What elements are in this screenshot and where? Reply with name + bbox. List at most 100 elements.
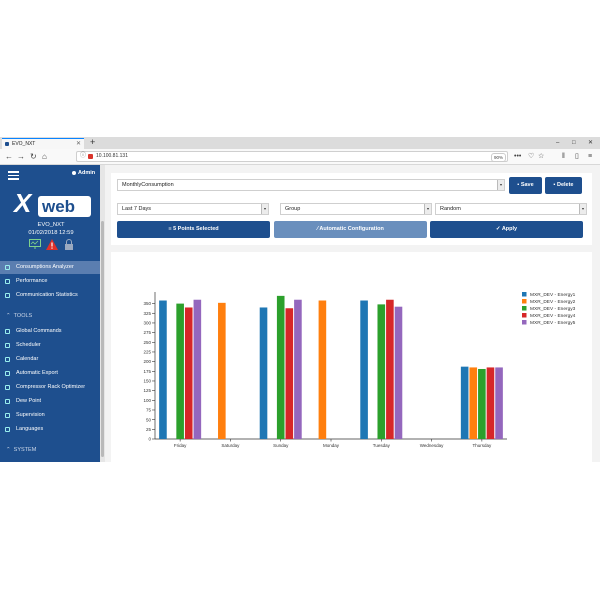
trend-icon — [5, 279, 10, 284]
y-tick-label: 25 — [146, 427, 152, 432]
bar-saturday-series-2 — [218, 302, 226, 439]
section-tools-header[interactable]: ⌃ TOOLS — [6, 313, 32, 319]
export-icon — [5, 371, 10, 376]
library-icon[interactable]: ‖ — [562, 152, 565, 162]
calendar-icon — [5, 357, 10, 362]
minimize-button[interactable]: – — [556, 137, 559, 149]
sidebar-item-supervision[interactable]: Supervision — [0, 409, 100, 422]
legend-label: MXR_DEV - Energy5 — [530, 320, 576, 326]
chevron-down-icon[interactable]: ▾ — [579, 204, 586, 214]
sidebar-item-global-commands[interactable]: Global Commands — [0, 325, 100, 338]
legend-label: MXR_DEV - Energy4 — [530, 313, 576, 319]
insecure-lock-icon[interactable] — [88, 154, 93, 159]
y-tick-label: 200 — [143, 359, 151, 364]
bookmark-star-icon[interactable]: ☆ — [538, 152, 544, 162]
bar-tuesday-series-5 — [394, 306, 403, 439]
x-tick-label: Sunday — [273, 443, 289, 448]
logo-web: web — [42, 197, 76, 216]
home-icon[interactable]: ⌂ — [42, 151, 47, 162]
user-menu[interactable]: Admin — [72, 170, 95, 176]
bar-friday-series-4 — [184, 307, 193, 439]
chevron-down-icon[interactable]: ▾ — [497, 180, 504, 190]
reload-icon[interactable]: ↻ — [30, 151, 37, 162]
url-text: 10.100.81.131 — [96, 153, 128, 159]
legend-swatch — [522, 299, 527, 304]
sidebar-item-communication-statistics[interactable]: Communication Statistics — [0, 289, 100, 302]
maximize-button[interactable]: □ — [572, 137, 576, 149]
url-bar[interactable]: ⓘ 10.100.81.131 90% — [76, 151, 508, 162]
zoom-level[interactable]: 90% — [491, 153, 507, 162]
sidebar-item-label: Global Commands — [16, 328, 62, 334]
bar-tuesday-series-3 — [377, 304, 386, 439]
y-tick-label: 350 — [143, 301, 151, 306]
nav-bar: ← → ↻ ⌂ ⓘ 10.100.81.131 90% ••• ♡ ☆ ‖ ▯ … — [0, 149, 600, 165]
chevron-down-icon[interactable]: ▾ — [261, 204, 268, 214]
sidebar-item-calendar[interactable]: Calendar — [0, 353, 100, 366]
flag-icon — [5, 427, 10, 432]
x-tick-label: Monday — [323, 443, 340, 448]
hamburger-menu-icon[interactable]: ≡ — [588, 152, 592, 162]
points-selected-button[interactable]: ≡ 5 Points Selected — [117, 221, 270, 238]
sidebar-item-languages[interactable]: Languages — [0, 423, 100, 436]
save-button[interactable]: ▪ Save — [509, 177, 542, 194]
controls-panel: MonthlyConsumption ▾ ▪ Save ▪ Delete Las… — [111, 173, 592, 245]
chart-legend: MXR_DEV - Energy1MXR_DEV - Energy2MXR_DE… — [522, 292, 576, 326]
apply-button[interactable]: ✓ Apply — [430, 221, 583, 238]
section-system-header[interactable]: ⌃ SYSTEM — [6, 447, 36, 453]
points-selected-label: 5 Points Selected — [173, 226, 219, 232]
sidebar-item-consumptions-analyzer[interactable]: Consumptions Analyzer — [0, 261, 100, 274]
period-select[interactable]: Last 7 Days ▾ — [117, 203, 269, 215]
more-icon[interactable]: ••• — [514, 152, 521, 162]
profile-select[interactable]: MonthlyConsumption ▾ — [117, 179, 505, 191]
droplet-icon — [5, 399, 10, 404]
sidebar-item-automatic-export[interactable]: Automatic Export — [0, 367, 100, 380]
legend-label: MXR_DEV - Energy3 — [530, 306, 576, 312]
delete-button[interactable]: ▪ Delete — [545, 177, 582, 194]
chevron-down-icon[interactable]: ▾ — [424, 204, 431, 214]
legend-swatch — [522, 306, 527, 311]
bar-thursday-series-2 — [469, 367, 478, 439]
bar-monday-series-2 — [318, 300, 327, 439]
sidebar-item-dew-point[interactable]: Dew Point — [0, 395, 100, 408]
lock-icon[interactable] — [64, 239, 74, 250]
bar-thursday-series-5 — [495, 367, 503, 439]
bar-thursday-series-1 — [460, 366, 469, 439]
forward-icon[interactable]: → — [17, 151, 25, 162]
signal-icon — [5, 293, 10, 298]
legend-label: MXR_DEV - Energy2 — [530, 299, 576, 305]
chart-panel: 0 25 50 75 100 125 150 175 200 225 250 275 300 325 350… — [111, 252, 592, 462]
eye-icon — [5, 413, 10, 418]
scrollbar-thumb[interactable] — [101, 221, 104, 457]
bar-friday-series-5 — [193, 299, 202, 439]
bar-chart-icon — [5, 265, 10, 270]
consumption-chart: 0 25 50 75 100 125 150 175 200 225 250 275 300 325 350… — [143, 292, 576, 448]
y-tick-label: 250 — [143, 340, 151, 345]
pocket-icon[interactable]: ♡ — [528, 152, 534, 162]
sidebar-item-scheduler[interactable]: Scheduler — [0, 339, 100, 352]
delete-label: Delete — [556, 182, 574, 188]
bar-sunday-series-3 — [276, 295, 285, 439]
sidebar-toggle-icon[interactable]: ▯ — [575, 152, 579, 162]
close-tab-icon[interactable]: ✕ — [76, 139, 81, 149]
color-select[interactable]: Random ▾ — [435, 203, 587, 215]
sidebar-item-compressor-rack-optimizer[interactable]: Compressor Rack Optimizer — [0, 381, 100, 394]
browser-tab[interactable]: EVO_NXT ✕ — [2, 138, 84, 149]
close-window-button[interactable]: ✕ — [588, 137, 593, 149]
legend-label: MXR_DEV - Energy1 — [530, 292, 576, 298]
sidebar: Admin X web EVO_NXT 01/02/2018 12:59 Con… — [0, 165, 102, 462]
automatic-configuration-button[interactable]: ⁄ Automatic Configuration — [274, 221, 427, 238]
info-icon[interactable]: ⓘ — [80, 152, 86, 161]
monitor-status-icon[interactable] — [29, 239, 41, 249]
sidebar-item-label: Scheduler — [16, 342, 41, 348]
group-select[interactable]: Group ▾ — [280, 203, 432, 215]
menu-toggle-icon[interactable] — [8, 171, 19, 182]
x-tick-label: Saturday — [221, 443, 240, 448]
new-tab-button[interactable]: + — [90, 137, 95, 148]
alarm-warning-icon[interactable] — [46, 239, 58, 250]
back-icon[interactable]: ← — [5, 151, 13, 162]
section-title: TOOLS — [13, 313, 33, 319]
sidebar-item-performance[interactable]: Performance — [0, 275, 100, 288]
bar-thursday-series-3 — [478, 368, 486, 439]
x-tick-label: Friday — [174, 443, 187, 448]
legend-swatch — [522, 313, 527, 318]
